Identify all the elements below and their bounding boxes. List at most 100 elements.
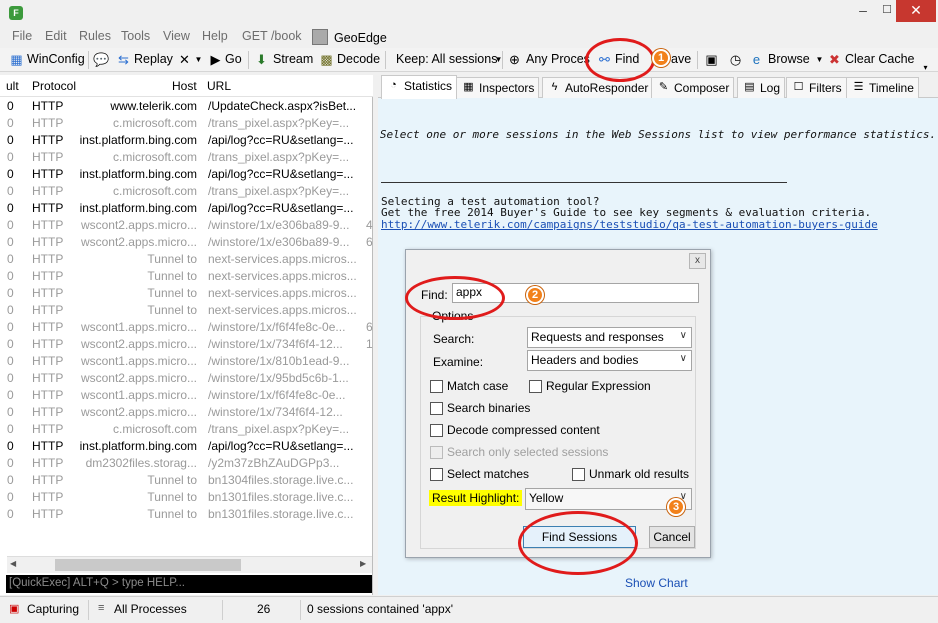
menu-get-book[interactable]: GET /book (242, 29, 302, 43)
table-row[interactable]: 0 HTTP c.microsoft.com/trans_pixel.aspx?pK… (0, 421, 373, 438)
table-row[interactable]: 0 HTTP www.telerik.com/UpdateCheck.aspx?is… (0, 98, 373, 115)
host-cell: www.telerik.com (110, 99, 197, 113)
search-binaries-checkbox[interactable] (430, 402, 443, 415)
scroll-right-icon[interactable]: ▶ (360, 559, 366, 568)
menu-rules[interactable]: Rules (79, 29, 111, 43)
quickexec-input[interactable]: [QuickExec] ALT+Q > type HELP... (6, 575, 372, 593)
scrollbar-thumb[interactable] (55, 559, 241, 571)
replay-button[interactable]: Replay (134, 52, 173, 66)
chevron-down-icon[interactable]: ▼ (812, 52, 827, 67)
cancel-button[interactable]: Cancel (649, 526, 695, 548)
menu-edit[interactable]: Edit (45, 29, 67, 43)
process-filter[interactable]: All Processes (114, 602, 187, 616)
winconfig-button[interactable]: WinConfig (27, 52, 85, 66)
geoedge-label[interactable]: GeoEdge (334, 31, 387, 45)
chevron-down-icon[interactable]: ▼ (491, 52, 506, 67)
table-row[interactable]: 0 HTTP wscont2.apps.micro.../winstore/1x/e… (0, 217, 373, 234)
table-row[interactable]: 0 HTTP wscont2.apps.micro.../winstore/1x/e… (0, 234, 373, 251)
examine-select[interactable]: Headers and bodies ∨ (527, 350, 692, 371)
extra-cell: 6 (366, 235, 373, 249)
promo-link[interactable]: http://www.telerik.com/campaigns/teststu… (381, 218, 878, 231)
table-row[interactable]: 0 HTTP inst.platform.bing.com/api/log?cc=R… (0, 132, 373, 149)
table-row[interactable]: 0 HTTP Tunnel to bn1304files.storage.live.c… (0, 472, 373, 489)
stream-icon[interactable]: ⬇ (254, 52, 269, 67)
tab-filters[interactable]: ☐ Filters (786, 77, 847, 98)
unmark-old-checkbox[interactable] (572, 468, 585, 481)
table-row[interactable]: 0 HTTP Tunnel to bn1301files.storage.live.c… (0, 489, 373, 506)
decode-compressed-checkbox[interactable] (430, 424, 443, 437)
table-row[interactable]: 0 HTTP wscont1.apps.micro.../winstore/1x/f… (0, 319, 373, 336)
annotation-ring (585, 38, 655, 82)
table-row[interactable]: 0 HTTP Tunnel to next-services.apps.micros.… (0, 302, 373, 319)
table-row[interactable]: 0 HTTP wscont1.apps.micro.../winstore/1x/f… (0, 387, 373, 404)
close-button[interactable]: ✕ (896, 0, 936, 22)
table-row[interactable]: 0 HTTP Tunnel to next-services.apps.micros.… (0, 268, 373, 285)
processes-filter-icon[interactable]: ≡ (98, 602, 104, 614)
crosshair-icon[interactable]: ⊕ (507, 52, 522, 67)
tab-inspectors[interactable]: ▦ Inspectors (456, 77, 540, 98)
go-icon[interactable]: ▶ (208, 52, 223, 67)
tab-composer[interactable]: ✎ Composer (651, 77, 735, 98)
table-row[interactable]: 0 HTTP Tunnel to bn1301files.storage.live.c… (0, 506, 373, 523)
comment-icon[interactable]: 💬 (93, 52, 109, 67)
winconfig-icon[interactable]: ▦ (9, 52, 24, 67)
table-row[interactable]: 0 HTTP wscont1.apps.micro.../winstore/1x/8… (0, 353, 373, 370)
timer-icon[interactable]: ◷ (728, 52, 743, 67)
clear-cache-button[interactable]: Clear Cache (845, 52, 914, 66)
result-cell: 0 (7, 490, 14, 504)
tab-timeline[interactable]: ☰ Timeline (846, 77, 919, 98)
horizontal-scrollbar[interactable]: ◀ ▶ (7, 556, 372, 573)
search-select[interactable]: Requests and responses ∨ (527, 327, 692, 348)
tab-statistics[interactable]: ◔ Statistics (381, 75, 458, 99)
replay-icon[interactable]: ⇆ (116, 52, 131, 67)
scroll-left-icon[interactable]: ◀ (10, 559, 16, 568)
capturing-icon[interactable]: ▣ (9, 602, 19, 615)
tab-log[interactable]: ▤ Log (737, 77, 786, 98)
table-row[interactable]: 0 HTTP inst.platform.bing.com/api/log?cc=R… (0, 166, 373, 183)
url-cell: /trans_pixel.aspx?pKey=... (208, 422, 350, 436)
table-row[interactable]: 0 HTTP c.microsoft.com/trans_pixel.aspx?pK… (0, 149, 373, 166)
table-row[interactable]: 0 HTTP inst.platform.bing.com/api/log?cc=R… (0, 200, 373, 217)
ie-browser-icon[interactable]: e (749, 52, 764, 67)
col-host[interactable]: Host (172, 79, 197, 93)
decode-button[interactable]: Decode (337, 52, 380, 66)
keep-sessions-dropdown[interactable]: Keep: All sessions (396, 52, 497, 66)
menu-file[interactable]: File (12, 29, 32, 43)
regex-checkbox[interactable] (529, 380, 542, 393)
table-row[interactable]: 0 HTTP c.microsoft.com/trans_pixel.aspx?pK… (0, 183, 373, 200)
table-row[interactable]: 0 HTTP inst.platform.bing.com/api/log?cc=R… (0, 438, 373, 455)
browse-button[interactable]: Browse (768, 52, 810, 66)
col-protocol[interactable]: Protocol (32, 79, 76, 93)
table-row[interactable]: 0 HTTP Tunnel to next-services.apps.micros.… (0, 251, 373, 268)
tab-autoresponder[interactable]: ϟ AutoResponder (542, 77, 654, 98)
remove-icon[interactable]: ✕ (177, 52, 192, 67)
match-case-checkbox[interactable] (430, 380, 443, 393)
chevron-down-icon[interactable]: ▼ (191, 52, 206, 67)
select-matches-checkbox[interactable] (430, 468, 443, 481)
geoedge-icon[interactable] (312, 29, 328, 45)
url-cell: /trans_pixel.aspx?pKey=... (208, 184, 350, 198)
save-button[interactable]: ave (671, 52, 691, 66)
any-process-button[interactable]: Any Proces (526, 52, 590, 66)
table-row[interactable]: 0 HTTP dm2302files.storag.../y2m37zBhZAuDG… (0, 455, 373, 472)
menu-tools[interactable]: Tools (121, 29, 150, 43)
table-row[interactable]: 0 HTTP Tunnel to next-services.apps.micros.… (0, 285, 373, 302)
menu-help[interactable]: Help (202, 29, 228, 43)
col-result[interactable]: ult (6, 79, 19, 93)
toolbar-overflow-icon[interactable]: ▾ (918, 60, 933, 75)
toolbar-separator (385, 51, 386, 69)
table-row[interactable]: 0 HTTP wscont2.apps.micro.../winstore/1x/7… (0, 404, 373, 421)
capturing-status[interactable]: Capturing (27, 602, 79, 616)
dialog-close-button[interactable]: x (689, 253, 706, 269)
decode-icon[interactable]: ▩ (319, 52, 334, 67)
screenshot-icon[interactable]: ▣ (704, 52, 719, 67)
stream-button[interactable]: Stream (273, 52, 313, 66)
table-row[interactable]: 0 HTTP wscont2.apps.micro.../winstore/1x/9… (0, 370, 373, 387)
go-button[interactable]: Go (225, 52, 242, 66)
col-url[interactable]: URL (207, 79, 231, 93)
table-row[interactable]: 0 HTTP c.microsoft.com/trans_pixel.aspx?pK… (0, 115, 373, 132)
clear-cache-icon[interactable]: ✖ (827, 52, 842, 67)
menu-view[interactable]: View (163, 29, 190, 43)
table-row[interactable]: 0 HTTP wscont2.apps.micro.../winstore/1x/7… (0, 336, 373, 353)
show-chart-link[interactable]: Show Chart (625, 576, 688, 590)
